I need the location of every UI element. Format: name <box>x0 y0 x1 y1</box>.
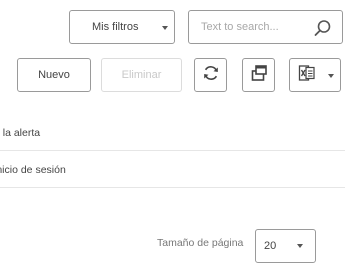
my-filters-dropdown[interactable]: Mis filtros <box>69 10 175 44</box>
page-size-select[interactable]: 20 <box>255 229 316 263</box>
excel-icon <box>298 64 316 87</box>
export-button[interactable] <box>242 58 275 92</box>
search-input[interactable] <box>190 12 310 42</box>
refresh-icon <box>202 64 220 87</box>
row-label: inicio de sesión <box>0 163 66 176</box>
table-row[interactable]: inicio de sesión <box>0 152 345 188</box>
search-box <box>188 10 343 44</box>
new-button-label: Nuevo <box>38 69 70 81</box>
page-size-value: 20 <box>264 240 277 252</box>
search-icon[interactable] <box>314 19 332 42</box>
excel-export-dropdown[interactable] <box>289 58 341 92</box>
delete-button[interactable]: Eliminar <box>101 58 182 92</box>
chevron-down-icon <box>328 74 334 78</box>
page-size-label: Tamaño de página <box>157 237 244 249</box>
export-icon <box>250 64 268 87</box>
delete-button-label: Eliminar <box>121 69 162 81</box>
chevron-down-icon <box>297 244 303 248</box>
new-button[interactable]: Nuevo <box>17 58 91 92</box>
table-row[interactable]: e la alerta <box>0 115 345 151</box>
chevron-down-icon <box>162 26 168 30</box>
row-label: e la alerta <box>0 126 41 139</box>
refresh-button[interactable] <box>194 58 227 92</box>
my-filters-label: Mis filtros <box>92 21 139 33</box>
